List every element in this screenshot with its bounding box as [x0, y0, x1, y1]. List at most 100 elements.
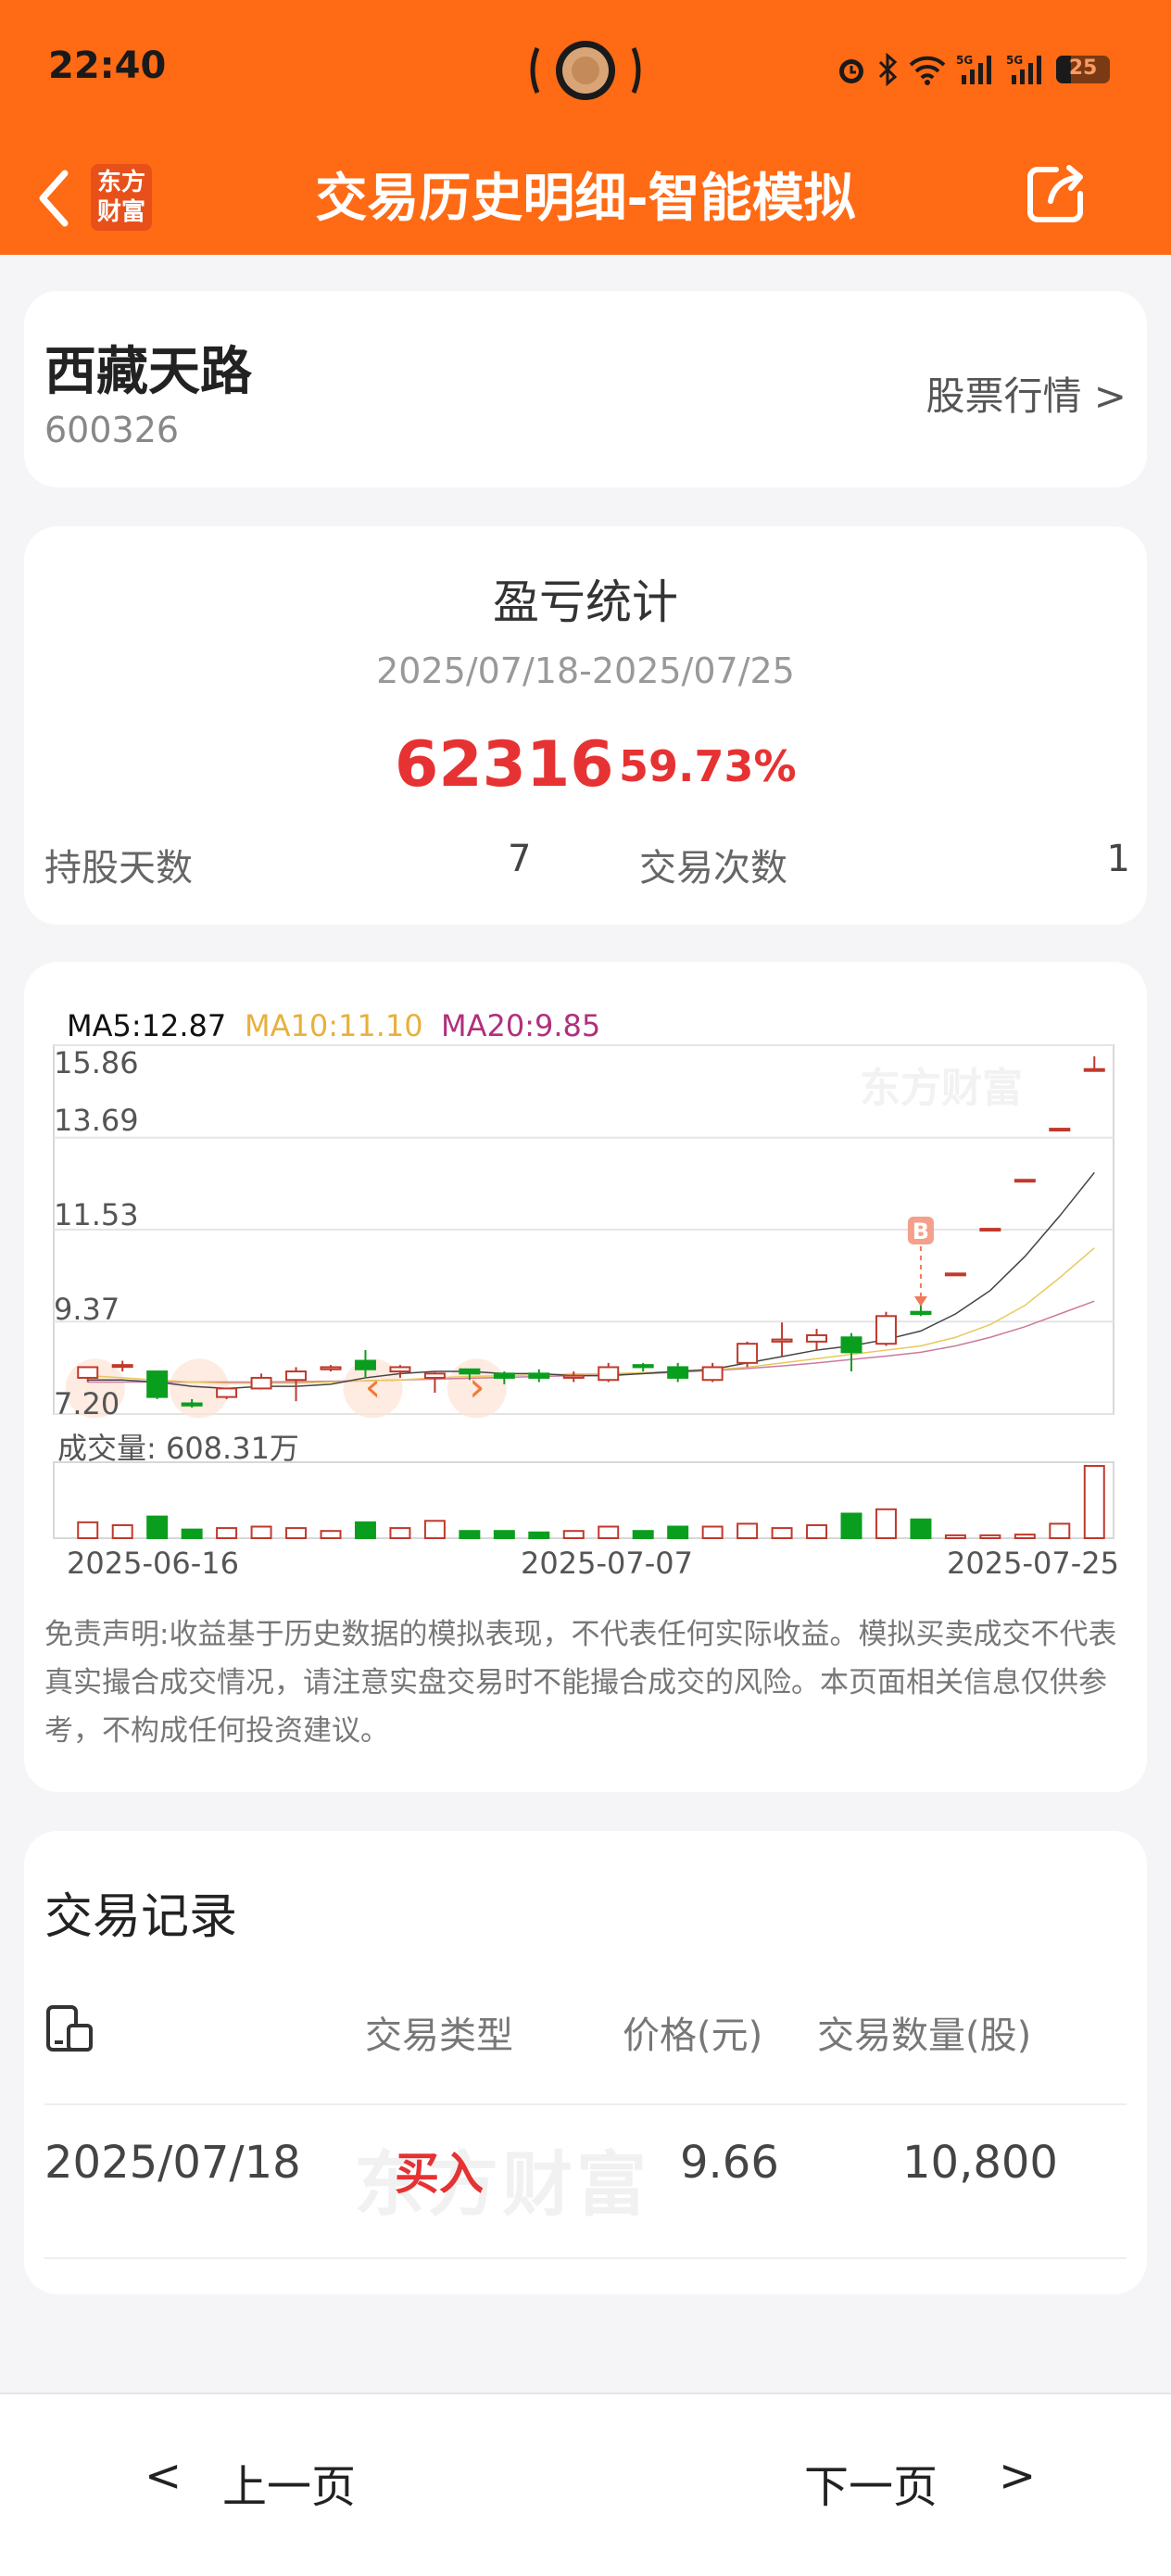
ma10-line [87, 1247, 1095, 1384]
volume-bar [181, 1528, 203, 1540]
row-divider [44, 2103, 1127, 2105]
chevron-left-icon: ‹ [365, 1363, 382, 1410]
candle-body [1083, 1067, 1105, 1072]
status-bar: 22:40 5G 5G 25 [0, 0, 1171, 144]
chevron-left-icon: < [145, 2450, 183, 2502]
candle-body [875, 1315, 897, 1345]
status-icons: 5G 5G 25 [836, 51, 1110, 88]
volume-bar [146, 1515, 169, 1539]
row-quantity: 10,800 [902, 2137, 1058, 2189]
chevron-right-icon: > [999, 2450, 1037, 2502]
row-price: 9.66 [680, 2137, 779, 2189]
row-date: 2025/07/18 [44, 2137, 301, 2189]
candle-body [285, 1370, 308, 1382]
pagination-bar: < 上一页 下一页 > [0, 2393, 1171, 2576]
battery-level: 25 [1068, 57, 1098, 80]
candle-body [250, 1376, 272, 1390]
volume-bar [598, 1525, 620, 1540]
candle-body [181, 1402, 203, 1407]
volume-bar [528, 1531, 550, 1540]
volume-bar [111, 1523, 133, 1540]
volume-bar [701, 1525, 724, 1540]
battery-icon: 25 [1056, 56, 1110, 83]
candle-body [423, 1372, 446, 1379]
prev-page-label: 上一页 [222, 2461, 357, 2513]
volume-bar [354, 1521, 376, 1540]
volume-bar [875, 1508, 897, 1539]
chart-watermark: 东方财富 [860, 1065, 1023, 1112]
candle-body [737, 1343, 759, 1364]
svg-text:5G: 5G [956, 54, 973, 67]
y-tick: 9.37 [54, 1292, 120, 1327]
candle-body [493, 1372, 515, 1379]
volume-bar [77, 1521, 99, 1540]
volume-bar [320, 1530, 342, 1540]
page-title: 交易历史明细-智能模拟 [315, 169, 856, 229]
profit-percent: 59.73% [619, 741, 797, 791]
next-page-button[interactable]: 下一页 > [797, 2394, 1038, 2576]
candle-body [77, 1366, 99, 1379]
stats-title: 盈亏统计 [493, 575, 678, 629]
volume-bar [562, 1530, 585, 1540]
row-divider [44, 2257, 1127, 2259]
hold-days-label: 持股天数 [44, 847, 193, 890]
volume-bar [944, 1534, 966, 1540]
x-tick: 2025-07-25 [947, 1546, 1119, 1581]
trade-count-value: 1 [1106, 838, 1130, 880]
volume-bar [1083, 1465, 1105, 1539]
volume-bar [459, 1530, 481, 1540]
y-tick: 13.69 [54, 1103, 139, 1138]
y-tick: 11.53 [54, 1197, 139, 1232]
stock-name: 西藏天路 [44, 342, 252, 402]
profit-amount: 62316 [395, 728, 614, 802]
candle-body [216, 1387, 238, 1398]
volume-bar [737, 1522, 759, 1540]
volume-bar [493, 1530, 515, 1540]
hold-days-value: 7 [508, 838, 532, 880]
volume-bar [667, 1525, 689, 1540]
signal-5g-icon: 5G [1006, 54, 1041, 84]
x-tick: 2025-07-07 [521, 1546, 693, 1581]
candle-body [840, 1336, 863, 1354]
candle-body [979, 1228, 1001, 1232]
y-tick: 7.20 [54, 1386, 120, 1421]
volume-bar [840, 1512, 863, 1539]
status-time: 22:40 [48, 44, 167, 87]
trade-count-label: 交易次数 [639, 847, 787, 890]
volume-bar [806, 1523, 828, 1540]
prev-page-button[interactable]: < 上一页 [139, 2394, 380, 2576]
candle-body [701, 1366, 724, 1382]
buy-marker-label: B [913, 1219, 929, 1244]
stock-code: 600326 [44, 410, 180, 450]
candle-body [1014, 1179, 1036, 1183]
volume-bar [1049, 1522, 1071, 1540]
phone-calendar-icon[interactable] [44, 2003, 96, 2055]
candle-body [667, 1366, 689, 1379]
camera-notch-icon [530, 41, 641, 100]
header-quantity: 交易数量(股) [817, 2014, 1032, 2057]
stock-quote-link[interactable]: 股票行情 > [925, 365, 1127, 422]
volume-bar [216, 1527, 238, 1540]
candle-body [806, 1333, 828, 1343]
next-page-label: 下一页 [804, 2461, 938, 2513]
candle-body [528, 1372, 550, 1379]
volume-bar [910, 1518, 932, 1539]
y-tick: 15.86 [54, 1045, 139, 1080]
volume-bar [771, 1527, 793, 1540]
title-bar: 东方 财富 交易历史明细-智能模拟 [0, 144, 1171, 255]
signal-5g-icon: 5G [956, 54, 991, 84]
candle-body [146, 1370, 169, 1398]
records-title: 交易记录 [44, 1889, 238, 1945]
volume-bar [250, 1525, 272, 1540]
alarm-icon [839, 59, 863, 83]
candle-body [1049, 1128, 1071, 1132]
row-trade-type: 买入 [395, 2148, 485, 2200]
trade-records-card: 交易记录 交易类型 价格(元) 交易数量(股) 东方财富 2025/07/18 … [24, 1831, 1147, 2294]
svg-text:5G: 5G [1006, 54, 1023, 67]
header-trade-type: 交易类型 [365, 2014, 513, 2057]
volume-label: 成交量: 608.31万 [57, 1431, 299, 1466]
buy-marker-arrow [913, 1295, 927, 1307]
share-icon[interactable] [1023, 160, 1089, 227]
candle-body [632, 1364, 654, 1369]
x-tick: 2025-06-16 [67, 1546, 239, 1581]
